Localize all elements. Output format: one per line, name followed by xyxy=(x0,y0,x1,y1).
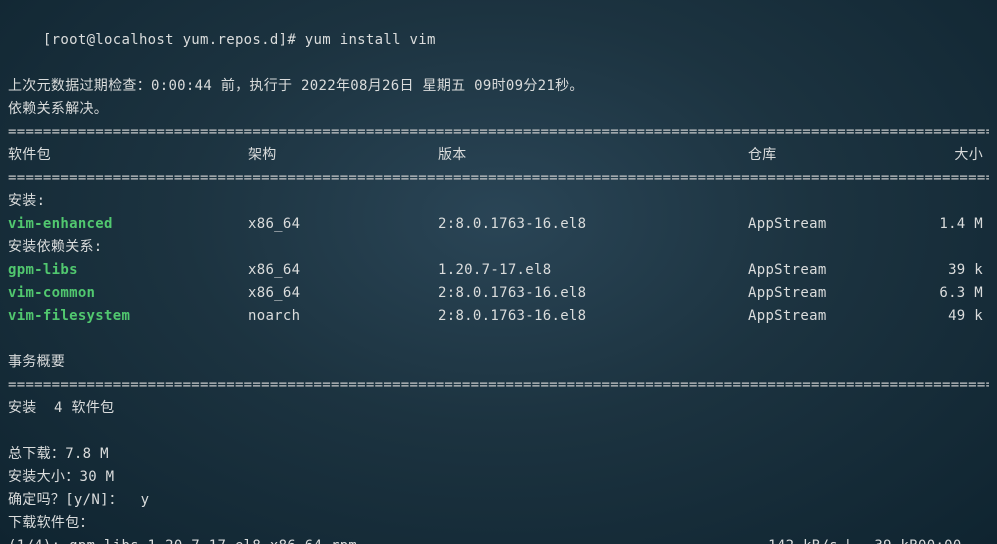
pkg-repo: AppStream xyxy=(748,282,933,305)
install-section-label: 安装: xyxy=(8,190,989,213)
divider: ========================================… xyxy=(8,121,989,144)
hdr-package: 软件包 xyxy=(8,144,248,167)
dl-file: gpm-libs-1.20.7-17.el8.x86_64.rpm xyxy=(69,538,357,544)
pkg-size: 6.3 M xyxy=(933,282,983,305)
dl-total: 39 kB xyxy=(858,535,918,544)
pkg-repo: AppStream xyxy=(748,305,933,328)
pkg-repo: AppStream xyxy=(748,259,933,282)
pkg-version: 2:8.0.1763-16.el8 xyxy=(438,213,748,236)
divider: ========================================… xyxy=(8,374,989,397)
hdr-arch: 架构 xyxy=(248,144,438,167)
install-count: 安装 4 软件包 xyxy=(8,397,989,420)
pkg-arch: noarch xyxy=(248,305,438,328)
dl-rate: 142 kB/s xyxy=(748,535,838,544)
summary-title: 事务概要 xyxy=(8,351,989,374)
dl-eta: 00:00 xyxy=(918,535,992,544)
pkg-repo: AppStream xyxy=(748,213,933,236)
table-row: gpm-libsx86_641.20.7-17.el8AppStream39 k xyxy=(8,259,989,282)
install-deps-label: 安装依赖关系: xyxy=(8,236,989,259)
terminal-output: [root@localhost yum.repos.d]# yum instal… xyxy=(0,0,997,544)
total-download: 总下载：7.8 M xyxy=(8,443,989,466)
table-row: vim-filesystemnoarch2:8.0.1763-16.el8App… xyxy=(8,305,989,328)
resolved-line: 依赖关系解决。 xyxy=(8,98,989,121)
pkg-name: vim-enhanced xyxy=(8,213,248,236)
pkg-version: 2:8.0.1763-16.el8 xyxy=(438,282,748,305)
command-text: yum install vim xyxy=(305,32,436,48)
prompt-line[interactable]: [root@localhost yum.repos.d]# yum instal… xyxy=(8,6,989,75)
table-row: vim-enhancedx86_642:8.0.1763-16.el8AppSt… xyxy=(8,213,989,236)
table-header: 软件包架构版本仓库大小 xyxy=(8,144,989,167)
pkg-arch: x86_64 xyxy=(248,282,438,305)
confirm-prompt[interactable]: 确定吗？[y/N]： y xyxy=(8,489,989,512)
install-size: 安装大小：30 M xyxy=(8,466,989,489)
divider: ========================================… xyxy=(8,167,989,190)
pkg-name: gpm-libs xyxy=(8,259,248,282)
pkg-size: 49 k xyxy=(933,305,983,328)
shell-prompt: [root@localhost yum.repos.d]# xyxy=(43,32,305,48)
pkg-version: 1.20.7-17.el8 xyxy=(438,259,748,282)
blank-line xyxy=(8,420,989,443)
metadata-line: 上次元数据过期检查：0:00:44 前，执行于 2022年08月26日 星期五 … xyxy=(8,75,989,98)
pkg-name: vim-filesystem xyxy=(8,305,248,328)
download-row: (1/4): gpm-libs-1.20.7-17.el8.x86_64.rpm… xyxy=(8,535,989,544)
pkg-size: 1.4 M xyxy=(933,213,983,236)
pkg-version: 2:8.0.1763-16.el8 xyxy=(438,305,748,328)
dl-separator: | xyxy=(838,535,858,544)
pkg-size: 39 k xyxy=(933,259,983,282)
pkg-arch: x86_64 xyxy=(248,259,438,282)
pkg-name: vim-common xyxy=(8,282,248,305)
table-row: vim-commonx86_642:8.0.1763-16.el8AppStre… xyxy=(8,282,989,305)
blank-line xyxy=(8,328,989,351)
hdr-repo: 仓库 xyxy=(748,144,933,167)
hdr-version: 版本 xyxy=(438,144,748,167)
download-label: 下载软件包： xyxy=(8,512,989,535)
hdr-size: 大小 xyxy=(933,144,983,167)
pkg-arch: x86_64 xyxy=(248,213,438,236)
dl-index: (1/4): xyxy=(8,538,69,544)
